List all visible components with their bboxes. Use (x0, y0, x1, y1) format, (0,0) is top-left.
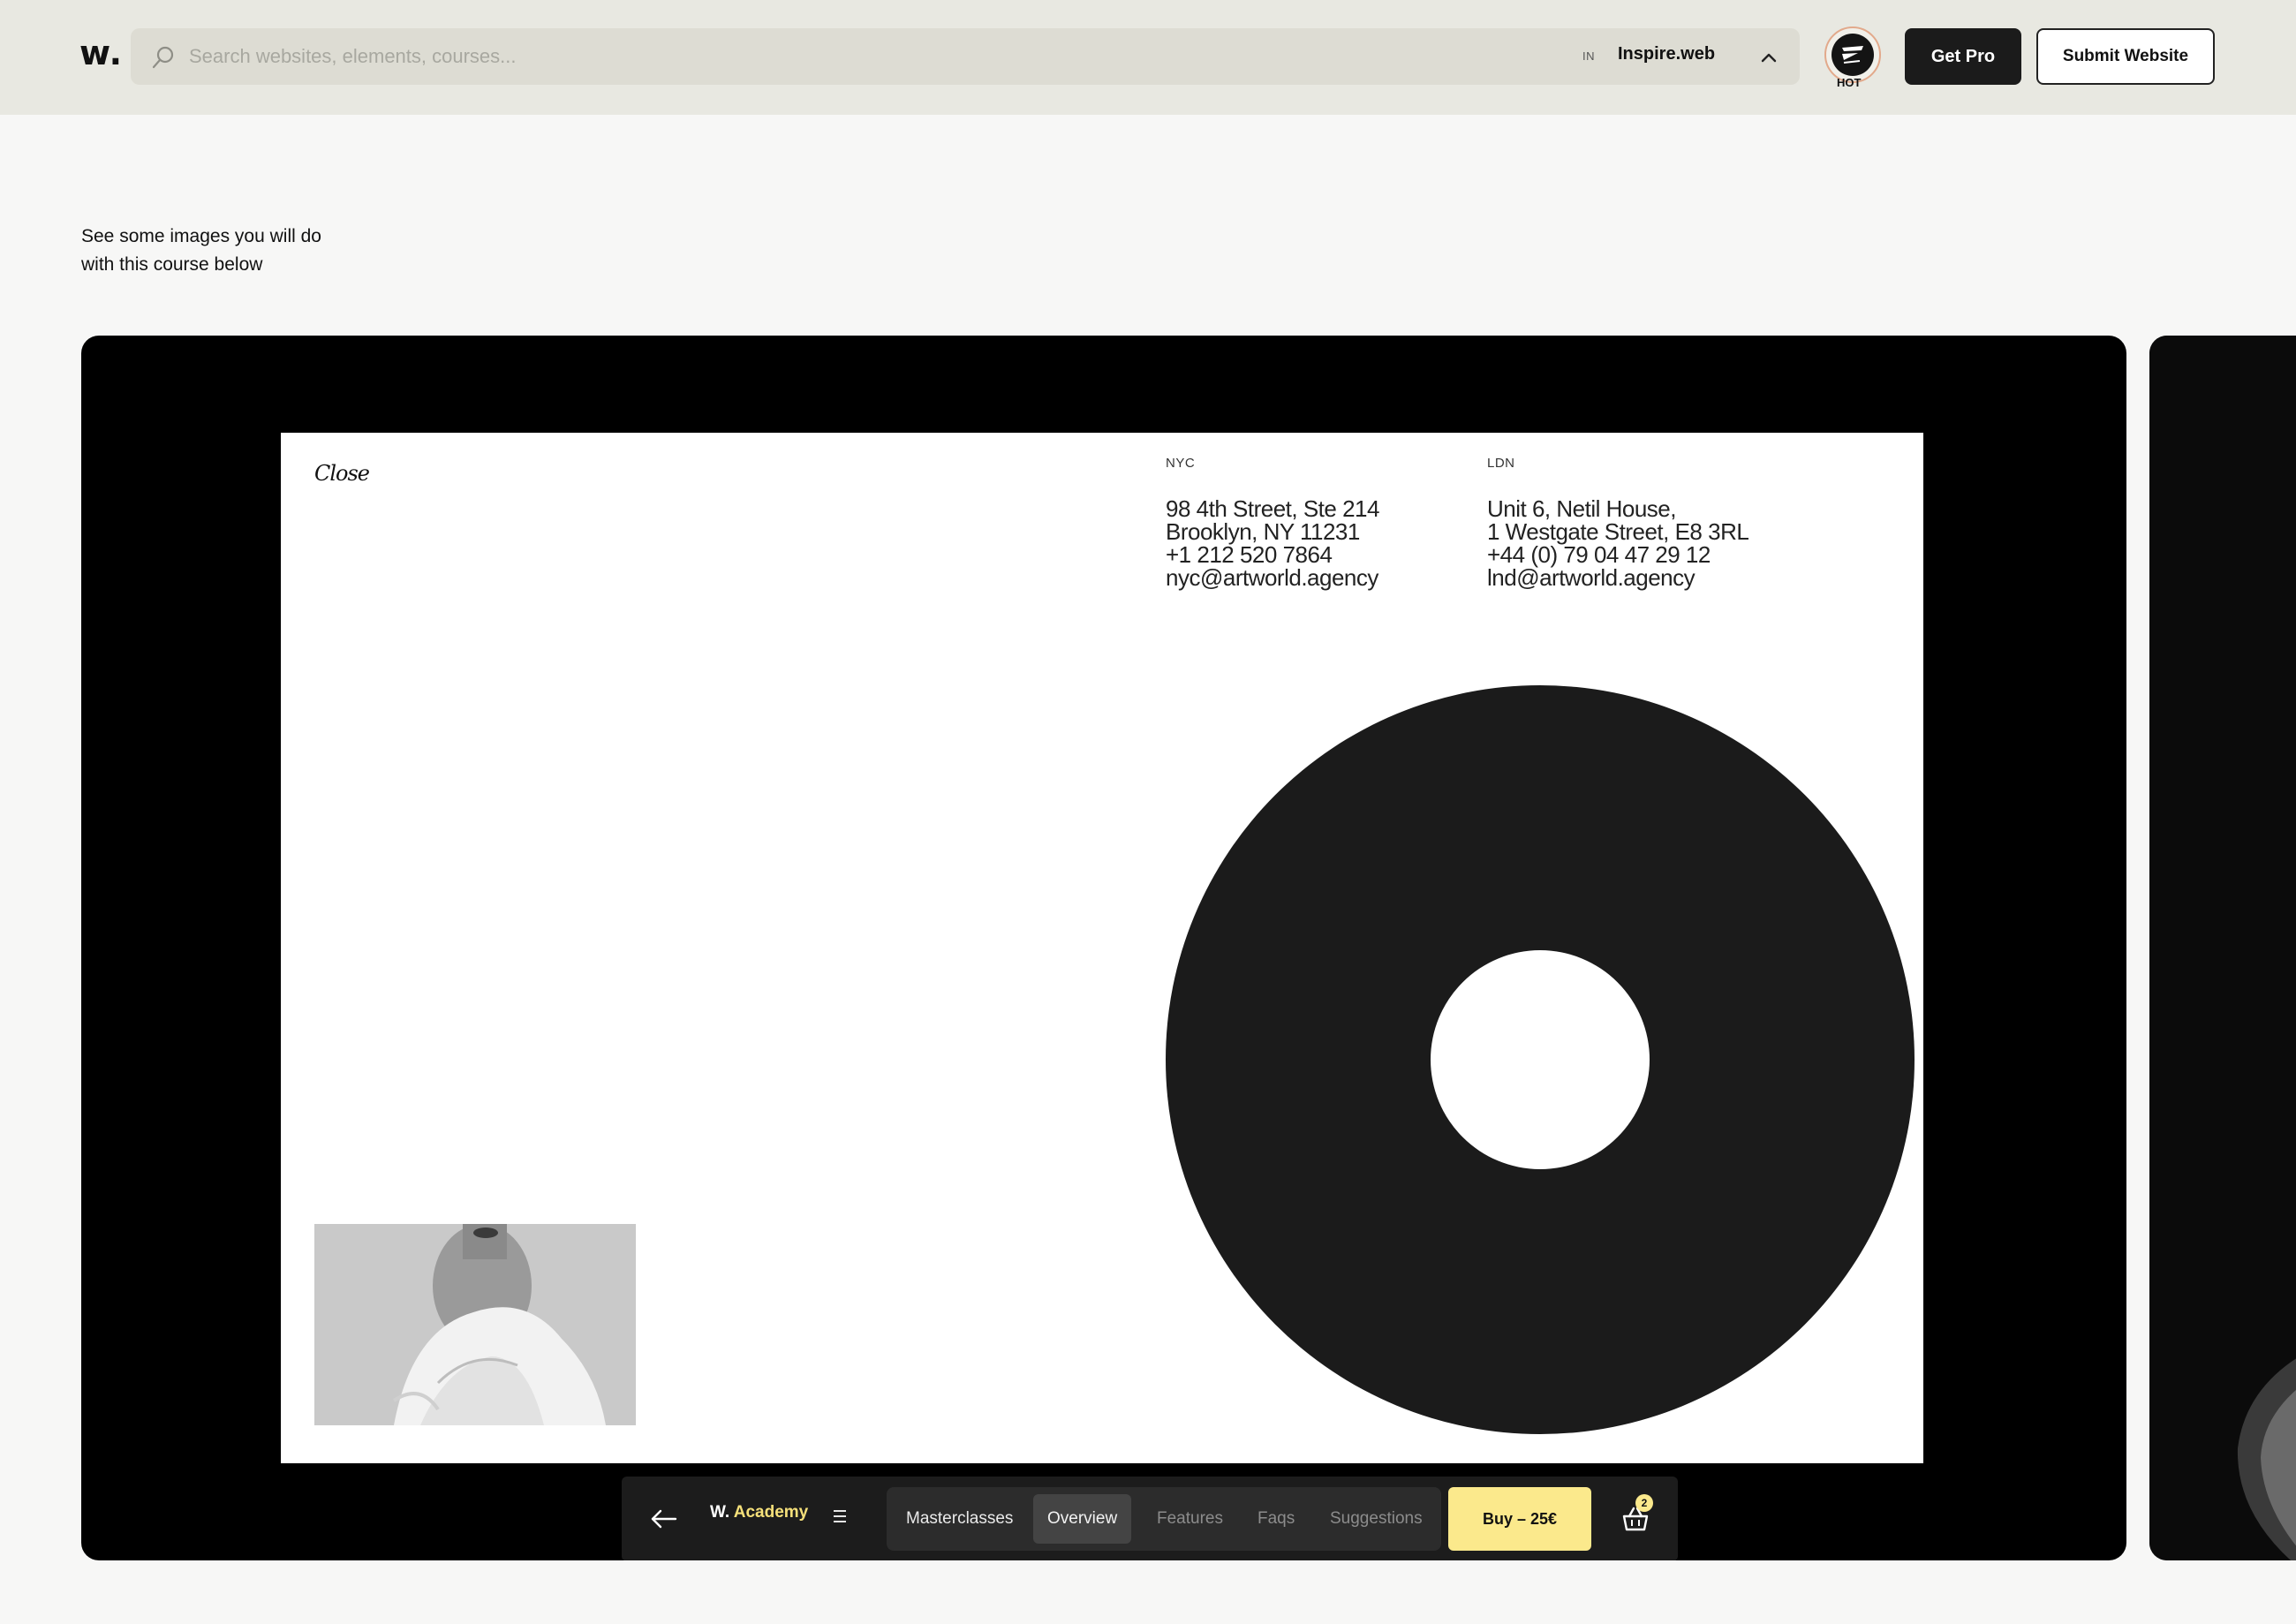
next-slide-preview[interactable] (2149, 336, 2296, 1560)
tab-overview[interactable]: Overview (1033, 1494, 1132, 1544)
course-intro-text: See some images you will do with this co… (81, 223, 364, 279)
office-line: +44 (0) 79 04 47 29 12 (1487, 541, 1711, 568)
nav-tab-group: Masterclasses Overview Features Faqs Sug… (887, 1487, 1441, 1551)
academy-brand-w: W. (710, 1503, 730, 1522)
search-input[interactable] (189, 39, 1514, 74)
search-scope-select[interactable]: Inspire.web (1618, 44, 1715, 64)
donut-graphic (1166, 685, 1915, 1434)
hamburger-menu-icon[interactable] (830, 1507, 850, 1526)
cart-count-badge: 2 (1635, 1494, 1653, 1512)
intro-line: See some images you will do (81, 226, 321, 246)
submit-website-button[interactable]: Submit Website (2036, 28, 2215, 85)
office-line: Brooklyn, NY 11231 (1166, 518, 1360, 545)
search-scope-prefix: IN (1582, 49, 1595, 63)
academy-brand[interactable]: W. Academy (710, 1503, 808, 1522)
course-nav-bar: W. Academy Masterclasses Overview Featur… (622, 1477, 1678, 1560)
tab-faqs[interactable]: Faqs (1243, 1494, 1309, 1544)
hot-logo-icon (1832, 34, 1874, 76)
office-city: NYC (1166, 456, 1196, 471)
get-pro-button[interactable]: Get Pro (1905, 28, 2021, 85)
tab-features[interactable]: Features (1143, 1494, 1237, 1544)
office-line: 98 4th Street, Ste 214 (1166, 495, 1379, 522)
chevron-up-icon[interactable] (1757, 46, 1780, 69)
search-icon (152, 46, 174, 69)
hot-label: HOT (1837, 76, 1862, 89)
office-line: Unit 6, Netil House, (1487, 495, 1676, 522)
office-line: nyc@artworld.agency (1166, 564, 1378, 591)
back-button[interactable] (639, 1494, 689, 1544)
tab-masterclasses[interactable]: Masterclasses (892, 1494, 1027, 1544)
office-line: lnd@artworld.agency (1487, 564, 1696, 591)
tab-suggestions[interactable]: Suggestions (1316, 1494, 1437, 1544)
top-header: w. IN Inspire.web HOT Get Pro Submit Web… (0, 0, 2296, 115)
website-mockup: Close NYC 98 4th Street, Ste 214 Brookly… (281, 433, 1923, 1463)
mockup-logo: Close (314, 461, 370, 486)
search-bar[interactable]: IN Inspire.web (131, 28, 1800, 85)
office-line: +1 212 520 7864 (1166, 541, 1333, 568)
next-slide-image (2149, 336, 2296, 1560)
office-line: 1 Westgate Street, E8 3RL (1487, 518, 1749, 545)
intro-line: with this course below (81, 254, 263, 275)
site-logo[interactable]: w. (79, 34, 123, 72)
office-city: LDN (1487, 456, 1515, 471)
office-nyc: NYC 98 4th Street, Ste 214 Brooklyn, NY … (1166, 456, 1379, 589)
buy-button[interactable]: Buy – 25€ (1448, 1487, 1591, 1551)
academy-brand-name: Academy (733, 1503, 809, 1522)
office-ldn: LDN Unit 6, Netil House, 1 Westgate Stre… (1487, 456, 1749, 591)
course-image-slide[interactable]: Close NYC 98 4th Street, Ste 214 Brookly… (81, 336, 2126, 1560)
arrow-left-icon (651, 1509, 677, 1529)
portrait-photo (314, 1224, 636, 1425)
hot-badge[interactable] (1824, 26, 1881, 83)
